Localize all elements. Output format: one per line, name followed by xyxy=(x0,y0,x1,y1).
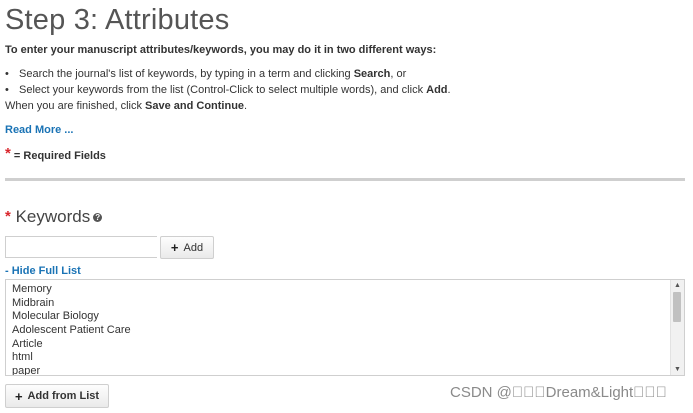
add-keyword-button[interactable]: + Add xyxy=(160,236,214,259)
instruction-bullet-search: • Search the journal's list of keywords, … xyxy=(5,68,407,80)
plus-icon: + xyxy=(170,240,179,255)
list-scrollbar[interactable]: ▲ ▼ xyxy=(670,280,684,375)
list-item[interactable]: paper xyxy=(12,365,684,375)
list-item[interactable]: Molecular Biology xyxy=(12,310,684,324)
list-item[interactable]: html xyxy=(12,351,684,365)
scroll-up-icon[interactable]: ▲ xyxy=(671,280,684,291)
list-item[interactable]: Article xyxy=(12,338,684,352)
help-icon[interactable]: ? xyxy=(93,213,103,223)
add-from-list-button[interactable]: + Add from List xyxy=(5,384,109,408)
scroll-thumb[interactable] xyxy=(673,292,681,322)
list-item[interactable]: Midbrain xyxy=(12,297,684,311)
instruction-bullet-select: • Select your keywords from the list (Con… xyxy=(5,84,451,96)
keyword-list[interactable]: Memory Midbrain Molecular Biology Adoles… xyxy=(5,279,685,376)
scroll-down-icon[interactable]: ▼ xyxy=(671,364,684,375)
list-item[interactable]: Memory xyxy=(12,283,684,297)
watermark-text: CSDN @   Dream&Light    xyxy=(450,384,667,401)
required-star: * xyxy=(5,145,11,162)
keywords-required-star: * xyxy=(5,208,11,225)
keyword-search-input[interactable] xyxy=(5,236,157,258)
list-item[interactable]: Adolescent Patient Care xyxy=(12,324,684,338)
plus-icon: + xyxy=(14,388,23,404)
intro-text: To enter your manuscript attributes/keyw… xyxy=(5,44,437,56)
finish-instruction: When you are finished, click Save and Co… xyxy=(5,100,248,112)
keywords-label: * Keywords? xyxy=(5,207,103,227)
read-more-link[interactable]: Read More ... xyxy=(5,124,73,136)
page-title: Step 3: Attributes xyxy=(5,4,230,36)
required-fields-note: * = Required Fields xyxy=(5,145,106,162)
section-divider xyxy=(5,178,685,181)
hide-full-list-link[interactable]: - Hide Full List xyxy=(5,265,81,277)
